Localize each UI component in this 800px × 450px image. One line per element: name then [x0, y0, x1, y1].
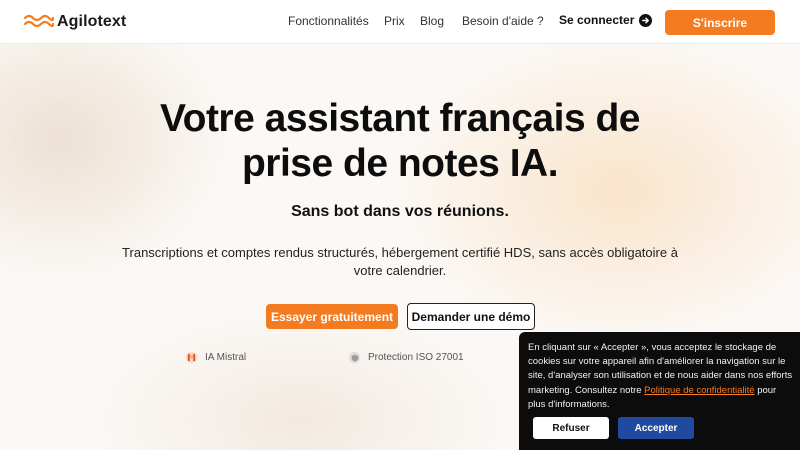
- top-navbar: Agilotext Fonctionnalités Prix Blog Beso…: [0, 0, 800, 44]
- hero-description-line-1: Transcriptions et comptes rendus structu…: [122, 245, 678, 260]
- nav-aide[interactable]: Besoin d'aide ?: [462, 14, 544, 28]
- signup-button[interactable]: S'inscrire: [665, 10, 775, 35]
- hero-title-line-2: prise de notes IA.: [241, 142, 559, 185]
- feature-iso-label: Protection ISO 27001: [368, 352, 464, 363]
- cookie-banner: En cliquant sur « Accepter », vous accep…: [519, 332, 800, 450]
- hero-title: Votre assistant français de prise de not…: [100, 96, 700, 186]
- login-label: Se connecter: [559, 13, 635, 27]
- nav-fonctionnalites[interactable]: Fonctionnalités: [288, 14, 369, 28]
- refuse-cookies-button[interactable]: Refuser: [533, 417, 609, 439]
- arrow-right-circle-icon: [639, 13, 653, 27]
- request-demo-button[interactable]: Demander une démo: [407, 303, 535, 330]
- feature-mistral-label: IA Mistral: [205, 352, 247, 363]
- accept-cookies-button[interactable]: Accepter: [618, 417, 694, 439]
- nav-blog[interactable]: Blog: [420, 14, 444, 28]
- cookie-text: En cliquant sur « Accepter », vous accep…: [528, 341, 796, 412]
- mistral-icon: [186, 352, 197, 363]
- wave-logo-icon: [24, 14, 54, 28]
- hero-subtitle: Sans bot dans vos réunions.: [291, 203, 509, 220]
- hero-title-line-1: Votre assistant français de: [160, 97, 640, 140]
- logo[interactable]: Agilotext: [24, 11, 126, 33]
- shield-icon: [349, 352, 360, 363]
- try-free-button[interactable]: Essayer gratuitement: [266, 304, 398, 329]
- hero-description-line-2: votre calendrier.: [353, 263, 447, 278]
- nav-prix[interactable]: Prix: [384, 14, 405, 28]
- privacy-policy-link[interactable]: Politique de confidentialité: [644, 385, 754, 396]
- page: Agilotext Fonctionnalités Prix Blog Beso…: [0, 0, 800, 450]
- login-link[interactable]: Se connecter: [559, 13, 653, 27]
- hero-description: Transcriptions et comptes rendus structu…: [120, 244, 680, 280]
- feature-mistral: IA Mistral: [186, 352, 246, 363]
- feature-iso: Protection ISO 27001: [349, 352, 464, 363]
- logo-text: Agilotext: [57, 13, 127, 30]
